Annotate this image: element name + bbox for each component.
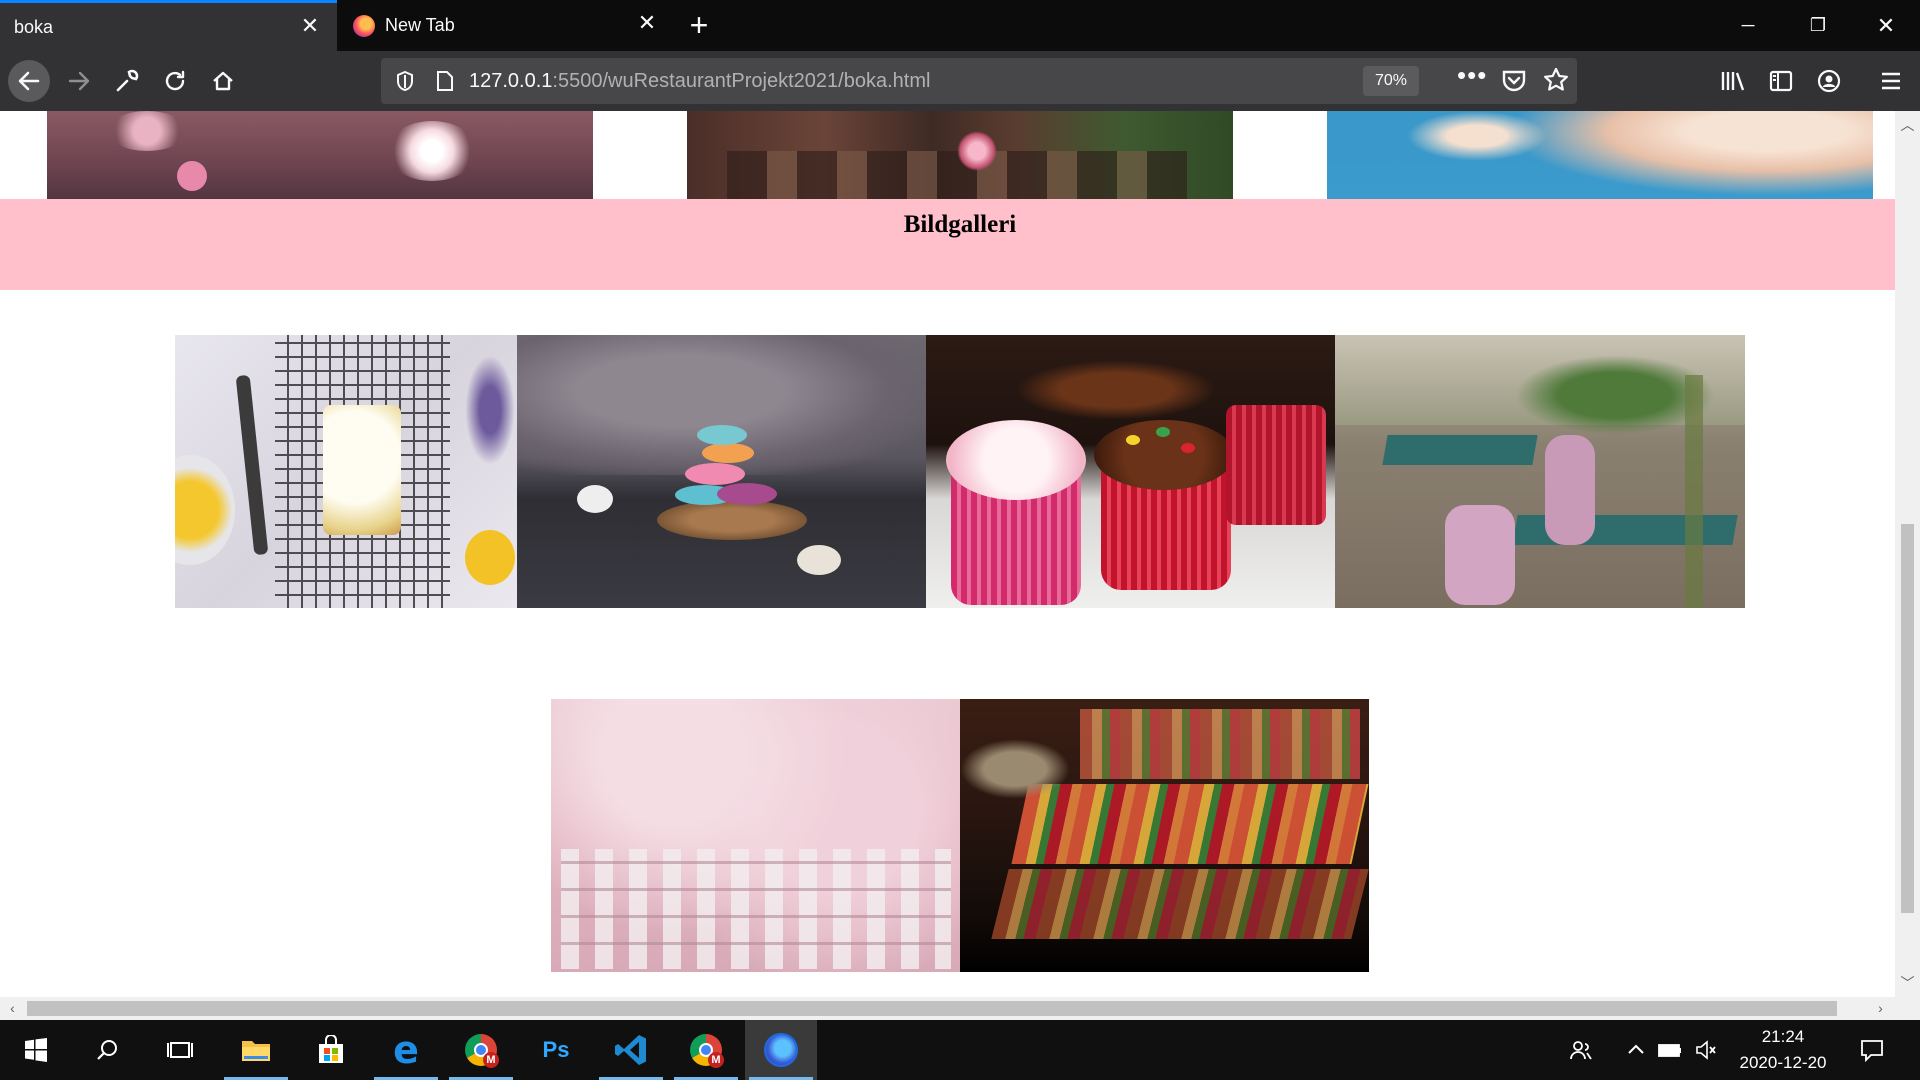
window-close-icon[interactable]: ✕ [1856, 0, 1916, 51]
horizontal-scrollbar[interactable]: ‹ › [0, 997, 1895, 1020]
scroll-up-icon[interactable]: ︿ [1895, 115, 1920, 135]
task-view-icon[interactable] [144, 1020, 216, 1080]
home-icon [213, 71, 233, 91]
clock-time: 21:24 [1761, 1027, 1805, 1046]
tab-boka[interactable]: boka ✕ [0, 0, 337, 51]
store-icon[interactable] [295, 1020, 367, 1080]
back-arrow-icon [18, 71, 40, 91]
chrome-icon[interactable]: M [445, 1020, 517, 1080]
gallery-banner: Bildgalleri [0, 199, 1895, 290]
firefox-icon[interactable] [745, 1020, 817, 1080]
sidebar-button[interactable] [1760, 60, 1802, 102]
firefox-tab-icon [353, 14, 375, 37]
hamburger-icon [1882, 72, 1900, 90]
forward-button[interactable] [58, 60, 100, 102]
chevron-up-icon[interactable] [1618, 1020, 1654, 1080]
gallery-image-cupcakes [926, 335, 1335, 608]
nav-toolbar: 127.0.0.1:5500/wuRestaurantProjekt2021/b… [0, 51, 1920, 111]
menu-button[interactable] [1870, 60, 1912, 102]
system-clock[interactable]: 21:24 2020-12-20 [1728, 1024, 1838, 1076]
clock-date: 2020-12-20 [1739, 1053, 1827, 1072]
page-viewport: Bildgalleri [0, 111, 1895, 997]
sidebar-icon [1769, 70, 1793, 92]
photoshop-label: Ps [542, 1037, 570, 1062]
home-button[interactable] [202, 60, 244, 102]
gallery-image-lemon-cake [175, 335, 517, 608]
url-text[interactable]: 127.0.0.1:5500/wuRestaurantProjekt2021/b… [469, 70, 930, 93]
battery-icon[interactable] [1652, 1020, 1688, 1080]
tab-new-tab[interactable]: New Tab ✕ [337, 0, 674, 51]
gallery-image-macarons [517, 335, 926, 608]
zoom-indicator[interactable]: 70% [1363, 66, 1420, 96]
people-icon[interactable] [1563, 1020, 1599, 1080]
wrench-icon [116, 69, 139, 92]
photoshop-icon[interactable]: Ps [520, 1020, 592, 1080]
shield-icon[interactable] [391, 67, 419, 95]
close-tab-icon[interactable]: ✕ [636, 10, 658, 35]
vertical-scrollbar[interactable]: ︿ ﹀ [1895, 111, 1920, 997]
url-path: :5500/wuRestaurantProjekt2021/boka.html [552, 69, 931, 92]
reload-button[interactable] [154, 60, 196, 102]
library-button[interactable] [1712, 60, 1754, 102]
account-button[interactable] [1808, 60, 1850, 102]
page-title: Bildgalleri [903, 211, 1017, 238]
new-tab-button[interactable]: + [684, 8, 714, 42]
url-bar[interactable]: 127.0.0.1:5500/wuRestaurantProjekt2021/b… [381, 58, 1577, 104]
page-info-icon[interactable] [431, 67, 459, 95]
building-blossom-image [687, 111, 1233, 199]
tab-bar: boka ✕ New Tab ✕ + ─ ❐ ✕ [0, 0, 1920, 51]
scroll-right-icon[interactable]: › [1868, 997, 1893, 1020]
tab-title: New Tab [385, 15, 455, 35]
sky-blossom-image [1327, 111, 1873, 199]
cherry-blossom-image [47, 111, 593, 199]
forward-arrow-icon [68, 71, 90, 91]
volume-muted-icon[interactable] [1688, 1020, 1724, 1080]
url-host: 127.0.0.1 [469, 69, 553, 92]
vscode-icon[interactable] [595, 1020, 667, 1080]
chrome-icon[interactable]: M [670, 1020, 742, 1080]
windows-taskbar: e M Ps M 21:24 2020-12-20 [0, 1020, 1920, 1080]
gallery-image-lanterns [551, 699, 960, 972]
account-icon [1817, 69, 1841, 93]
reload-icon [165, 70, 185, 91]
scroll-left-icon[interactable]: ‹ [0, 997, 25, 1020]
scroll-corner [1895, 997, 1920, 1020]
restore-icon[interactable]: ❐ [1788, 0, 1848, 51]
tab-title: boka [14, 16, 54, 37]
search-icon[interactable] [72, 1020, 144, 1080]
minimize-icon[interactable]: ─ [1718, 0, 1778, 51]
gallery-image-cafe-tables [1335, 335, 1745, 608]
back-button[interactable] [8, 60, 50, 102]
scroll-down-icon[interactable]: ﹀ [1895, 973, 1920, 993]
library-icon [1721, 72, 1745, 91]
vertical-scroll-thumb[interactable] [1901, 524, 1914, 913]
customize-button[interactable] [106, 60, 148, 102]
gallery-image-market-stall [960, 699, 1369, 972]
bookmark-star-icon[interactable] [1543, 67, 1569, 98]
pocket-icon[interactable] [1501, 68, 1527, 99]
horizontal-scroll-thumb[interactable] [27, 1001, 1837, 1016]
file-explorer-icon[interactable] [220, 1020, 292, 1080]
page-actions-icon[interactable]: ••• [1457, 60, 1487, 91]
edge-icon[interactable]: e [370, 1020, 442, 1080]
notification-icon[interactable] [1852, 1020, 1892, 1080]
start-icon[interactable] [0, 1020, 72, 1080]
close-tab-icon[interactable]: ✕ [299, 13, 321, 38]
